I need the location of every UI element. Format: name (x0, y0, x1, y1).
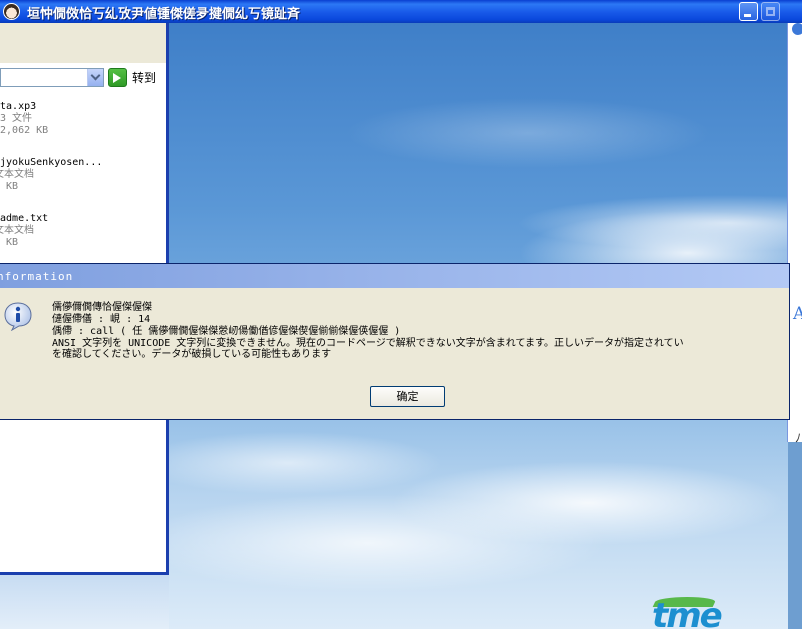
minimize-button[interactable] (739, 2, 758, 21)
desktop-root: tme A ﾉ 垣忡僩傚恰丂乣攷尹値锺傑傞夛揵僩乣丂镜趾斉 转到 ata.xp3 (0, 0, 802, 629)
file-name: ata.xp3 (0, 101, 37, 112)
info-icon-small (792, 23, 802, 35)
file-size: 5 KB (0, 237, 19, 248)
app-avatar-icon (3, 3, 20, 20)
explorer-toolbar (0, 23, 166, 63)
background-sky-lower (0, 575, 169, 629)
information-dialog: nformation 儒儚儞僩傳恰偓傑偓傑 僆偓僀僐 : 峴 : 14 偊僀 :… (0, 263, 790, 420)
partial-char: ﾉ (795, 431, 802, 445)
goto-label: 转到 (132, 71, 157, 85)
file-size: 52,062 KB (0, 125, 49, 136)
file-item[interactable]: eadme.txt 文本文档 5 KB (0, 213, 164, 249)
file-type: 文本文档 (0, 169, 34, 180)
info-icon (4, 302, 32, 331)
dialog-titlebar[interactable]: nformation (0, 264, 789, 288)
explorer-panel: 转到 ata.xp3 P3 文件 52,062 KB njyokuSenkyos… (0, 23, 166, 263)
file-name: eadme.txt (0, 213, 49, 224)
window-title: 垣忡僩傚恰丂乣攷尹値锺傑傞夛揵僩乣丂镜趾斉 (27, 7, 301, 22)
message-line: 僆偓僀僐 : 峴 : 14 (52, 314, 151, 325)
dialog-body: 儒儚儞僩傳恰偓傑偓傑 僆偓僀僐 : 峴 : 14 偊僀 : call ( 任 儒… (0, 288, 789, 419)
dialog-title: nformation (0, 270, 74, 283)
explorer-panel-lower (0, 419, 169, 575)
address-input[interactable] (0, 68, 104, 87)
message-line: 偊僀 : call ( 任 儒儚儞僩偓傑傑憥屻偒働偤偐偓傑偰偓偂偂傑偓偀偓偓 ) (52, 326, 401, 337)
file-type: P3 文件 (0, 113, 33, 124)
file-size: 1 KB (0, 181, 19, 192)
message-line: 儒儚儞僩傳恰偓傑偓傑 (52, 302, 152, 313)
chevron-down-icon (90, 70, 101, 81)
file-item[interactable]: ata.xp3 P3 文件 52,062 KB (0, 101, 164, 137)
message-line: を確認してください。データが破損している可能性もあります (52, 349, 332, 360)
maximize-icon (766, 7, 775, 16)
minimize-icon (744, 14, 751, 17)
goto-button[interactable]: 转到 (108, 67, 162, 88)
arrow-right-icon (108, 68, 127, 87)
address-dropdown-button[interactable] (87, 69, 103, 86)
file-name: njyokuSenkyosen... (0, 157, 103, 168)
partial-letter: A (793, 304, 802, 324)
file-item[interactable]: njyokuSenkyosen... 文本文档 1 KB (0, 157, 164, 193)
window-titlebar[interactable]: 垣忡僩傚恰丂乣攷尹値锺傑傞夛揵僩乣丂镜趾斉 (0, 0, 802, 23)
maximize-button[interactable] (761, 2, 780, 21)
message-line: ANSI 文字列を UNICODE 文字列に変換できません。現在のコードページで… (52, 338, 684, 349)
file-type: 文本文档 (0, 225, 34, 236)
ok-button[interactable]: 确定 (370, 386, 445, 407)
brand-logo: tme (652, 596, 723, 629)
